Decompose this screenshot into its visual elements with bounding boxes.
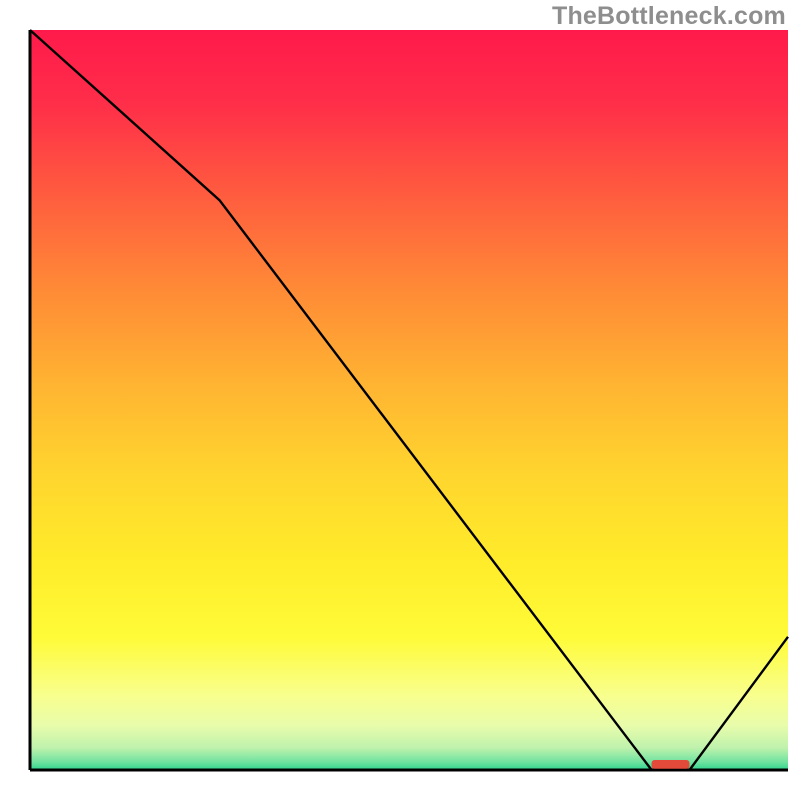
chart-background — [30, 30, 788, 770]
chart-svg — [0, 0, 800, 800]
optimal-marker — [652, 760, 690, 769]
chart-container: TheBottleneck.com — [0, 0, 800, 800]
